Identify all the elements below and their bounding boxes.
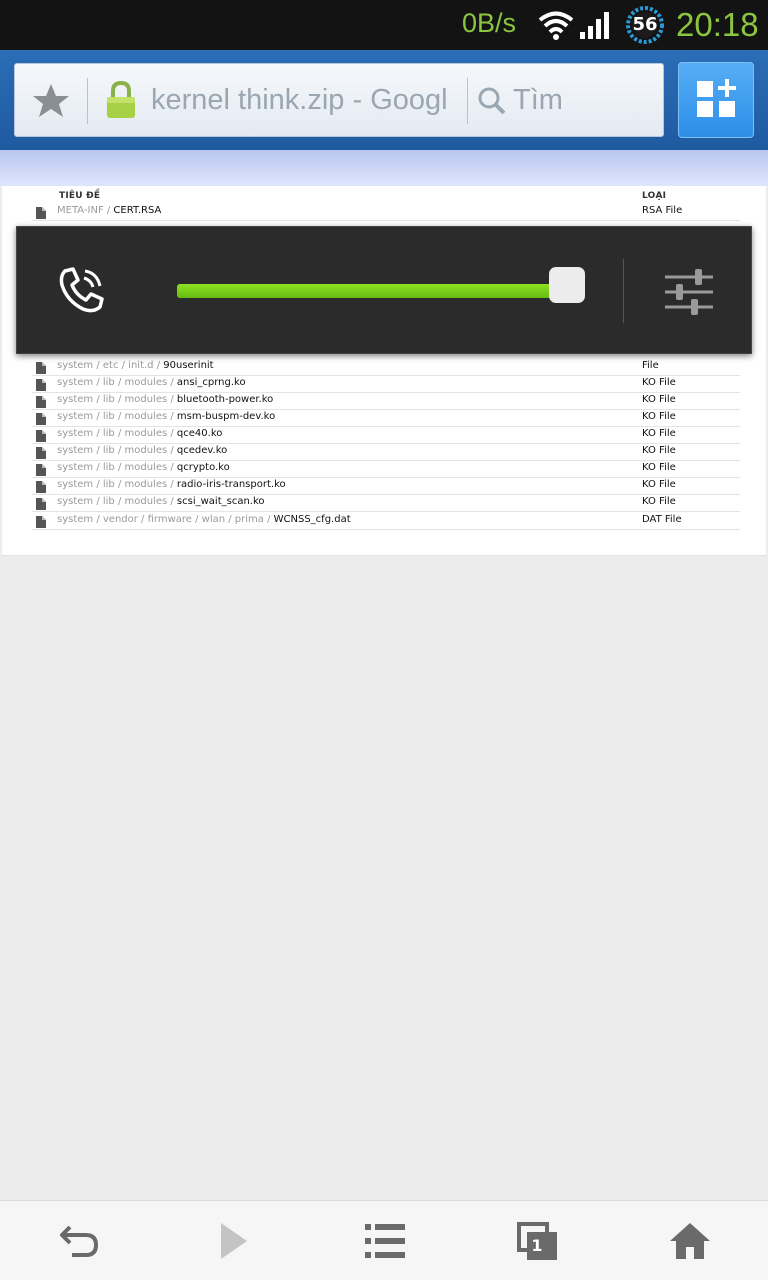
forward-button[interactable] — [183, 1201, 283, 1280]
file-type: RSA File — [642, 205, 683, 216]
file-path: system / vendor / firmware / wlan / prim… — [57, 514, 351, 525]
file-name: WCNSS_cfg.dat — [273, 514, 351, 525]
home-icon — [670, 1223, 710, 1259]
menu-button[interactable] — [335, 1201, 435, 1280]
status-bar: 0B/s 56 20:18 — [0, 0, 768, 50]
net-speed: 0B/s — [462, 8, 517, 38]
file-path: system / lib / modules / qcrypto.ko — [57, 462, 230, 473]
volume-slider[interactable] — [177, 267, 585, 303]
page-title[interactable]: kernel think.zip - Googl — [151, 84, 451, 117]
table-row[interactable]: system / lib / modules / bluetooth-power… — [32, 393, 740, 410]
file-type: KO File — [642, 377, 676, 388]
phone-call-icon — [59, 267, 104, 313]
file-path: system / lib / modules / qce40.ko — [57, 428, 223, 439]
file-type: DAT File — [642, 514, 682, 525]
back-icon — [60, 1225, 99, 1257]
file-name: radio-iris-transport.ko — [176, 479, 286, 490]
table-row[interactable]: system / lib / modules / msm-buspm-dev.k… — [32, 410, 740, 427]
back-button[interactable] — [30, 1201, 130, 1280]
bottom-navigation: 1 — [0, 1200, 768, 1280]
file-name: ansi_cprng.ko — [176, 377, 246, 388]
file-path: system / etc / init.d / 90userinit — [57, 360, 214, 371]
file-name: msm-buspm-dev.ko — [176, 411, 276, 422]
lock-icon — [107, 80, 135, 118]
table-row[interactable]: system / lib / modules / scsi_wait_scan.… — [32, 495, 740, 512]
file-type: KO File — [642, 428, 676, 439]
file-path: META-INF / CERT.RSA — [57, 205, 162, 216]
file-name: qcrypto.ko — [176, 462, 230, 473]
file-type: KO File — [642, 411, 676, 422]
file-path: system / lib / modules / msm-buspm-dev.k… — [57, 411, 276, 422]
file-icon — [36, 464, 46, 476]
file-icon — [36, 413, 46, 425]
file-name: 90userinit — [163, 360, 214, 371]
signal-icon — [580, 12, 609, 39]
menu-list-icon — [365, 1224, 405, 1258]
file-type: KO File — [642, 462, 676, 473]
file-icon — [36, 430, 46, 442]
search-icon[interactable] — [477, 86, 507, 116]
file-icon — [36, 481, 46, 493]
forward-icon — [221, 1223, 247, 1259]
divider — [87, 78, 88, 124]
home-button[interactable] — [640, 1201, 740, 1280]
file-path: system / lib / modules / ansi_cprng.ko — [57, 377, 246, 388]
file-type: KO File — [642, 496, 676, 507]
search-input[interactable]: Tìm — [513, 84, 563, 117]
table-row[interactable]: META-INF / CERT.RSA RSA File — [32, 204, 740, 221]
file-type: KO File — [642, 445, 676, 456]
apps-add-icon — [697, 79, 736, 117]
file-type: KO File — [642, 394, 676, 405]
file-icon — [36, 447, 46, 459]
file-icon — [36, 362, 46, 374]
column-header-type: LOẠI — [642, 191, 667, 201]
divider — [623, 259, 624, 323]
table-row[interactable]: system / lib / modules / radio-iris-tran… — [32, 478, 740, 495]
file-name: CERT.RSA — [113, 205, 162, 216]
divider — [467, 78, 468, 124]
file-name: bluetooth-power.ko — [176, 394, 274, 405]
volume-slider-thumb[interactable] — [548, 267, 585, 303]
tab-count: 1 — [531, 1236, 543, 1255]
file-icon — [36, 379, 46, 391]
table-row[interactable]: system / lib / modules / qcrypto.ko KO F… — [32, 461, 740, 478]
tabs-button[interactable]: 1 — [487, 1201, 587, 1280]
table-row[interactable]: system / vendor / firmware / wlan / prim… — [32, 513, 740, 530]
file-type: File — [642, 360, 659, 371]
file-icon — [36, 207, 46, 219]
table-row[interactable]: system / lib / modules / ansi_cprng.ko K… — [32, 376, 740, 393]
page-header-strip — [0, 150, 768, 186]
equalizer-icon[interactable] — [663, 267, 715, 317]
file-icon — [36, 498, 46, 510]
table-row[interactable]: system / lib / modules / qcedev.ko KO Fi… — [32, 444, 740, 461]
file-name: qcedev.ko — [176, 445, 228, 456]
address-bar[interactable]: kernel think.zip - Googl Tìm — [14, 63, 664, 137]
notification-badge-count: 56 — [632, 14, 658, 35]
volume-panel — [16, 226, 752, 354]
apps-add-button[interactable] — [678, 62, 754, 138]
file-type: KO File — [642, 479, 676, 490]
file-icon — [36, 396, 46, 408]
file-name: qce40.ko — [176, 428, 223, 439]
file-path: system / lib / modules / scsi_wait_scan.… — [57, 496, 265, 507]
file-name: scsi_wait_scan.ko — [176, 496, 265, 507]
star-icon[interactable] — [31, 81, 71, 121]
table-row[interactable]: system / lib / modules / qce40.ko KO Fil… — [32, 427, 740, 444]
file-path: system / lib / modules / bluetooth-power… — [57, 394, 274, 405]
file-icon — [36, 516, 46, 528]
browser-toolbar: kernel think.zip - Googl Tìm — [0, 50, 768, 150]
table-row[interactable]: system / etc / init.d / 90userinit File — [32, 359, 740, 376]
clock: 20:18 — [676, 6, 759, 43]
file-path: system / lib / modules / qcedev.ko — [57, 445, 228, 456]
column-header-title: TIÊU ĐỀ — [59, 191, 101, 201]
wifi-icon — [538, 11, 574, 40]
file-path: system / lib / modules / radio-iris-tran… — [57, 479, 286, 490]
volume-slider-fill — [177, 284, 567, 298]
